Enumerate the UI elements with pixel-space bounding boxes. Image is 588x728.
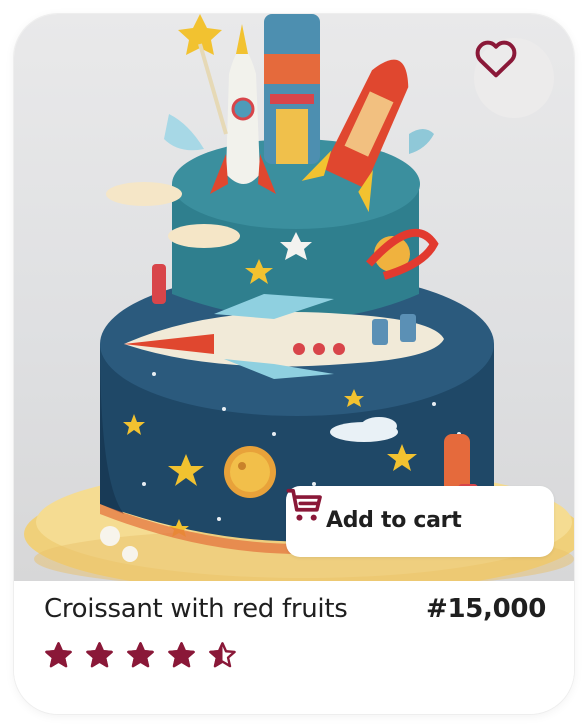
add-to-cart-label: Add to cart — [326, 508, 462, 533]
product-info: Croissant with red fruits #15,000 — [14, 581, 574, 714]
star-full-icon — [168, 642, 195, 668]
rating-stars — [44, 640, 237, 669]
star-half-icon — [209, 642, 236, 668]
product-price: #15,000 — [425, 594, 546, 624]
star-full-icon — [45, 642, 72, 668]
star-full-icon — [86, 642, 113, 668]
favorite-button[interactable] — [474, 38, 554, 118]
product-name[interactable]: Croissant with red fruits — [44, 594, 348, 624]
shopping-cart-icon — [286, 488, 322, 521]
product-image[interactable]: Add to cart — [14, 14, 574, 581]
heart-outline-icon — [475, 40, 517, 78]
product-card[interactable]: Add to cart Croissant with red fruits #1… — [14, 14, 574, 714]
add-to-cart-button[interactable]: Add to cart — [286, 486, 554, 557]
star-full-icon — [127, 642, 154, 668]
